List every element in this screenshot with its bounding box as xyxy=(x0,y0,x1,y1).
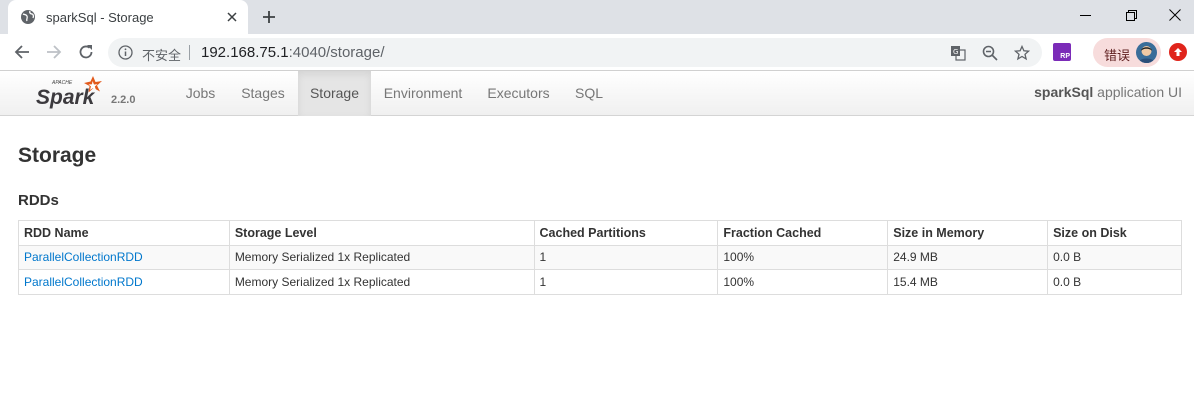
logo-spark-text: Spark xyxy=(36,86,96,109)
avatar-icon xyxy=(1136,42,1157,63)
url-path: :4040/storage/ xyxy=(288,44,385,61)
table-header-row: RDD Name Storage Level Cached Partitions… xyxy=(18,220,1182,246)
rdd-link[interactable]: ParallelCollectionRDD xyxy=(24,275,143,289)
col-header-cached-partitions[interactable]: Cached Partitions xyxy=(533,220,719,246)
col-header-rdd-name[interactable]: RDD Name xyxy=(18,220,230,246)
url-host: 192.168.75.1 xyxy=(201,44,289,61)
info-icon[interactable] xyxy=(118,45,133,60)
tab-title: sparkSql - Storage xyxy=(46,9,154,25)
translate-icon[interactable]: G xyxy=(948,43,968,63)
cell-fraction-cached: 100% xyxy=(717,244,889,270)
reload-icon[interactable] xyxy=(73,39,99,65)
rdd-table: RDD Name Storage Level Cached Partitions… xyxy=(18,220,1182,295)
app-name-suffix: application UI xyxy=(1093,84,1182,100)
profile-error-label: 错误 xyxy=(1104,49,1131,64)
extension-rp-icon[interactable]: RP xyxy=(1053,43,1071,61)
security-label[interactable]: 不安全 xyxy=(142,45,181,64)
zoom-out-icon[interactable] xyxy=(980,43,1000,63)
profile-button[interactable]: 错误 xyxy=(1093,38,1161,67)
spark-version: 2.2.0 xyxy=(111,94,136,106)
table-row: ParallelCollectionRDD Memory Serialized … xyxy=(18,269,1182,295)
maximize-icon[interactable] xyxy=(1108,0,1154,30)
cell-storage-level: Memory Serialized 1x Replicated xyxy=(228,269,535,295)
rdd-link[interactable]: ParallelCollectionRDD xyxy=(24,250,143,264)
app-name: sparkSql application UI xyxy=(1034,84,1182,100)
browser-tab[interactable]: sparkSql - Storage xyxy=(8,0,248,34)
browser-toolbar: 不安全 192.168.75.1:4040/storage/ G RP 错误 xyxy=(0,34,1194,71)
cell-storage-level: Memory Serialized 1x Replicated xyxy=(228,244,535,270)
cell-size-in-memory: 15.4 MB xyxy=(887,269,1049,295)
page-title: Storage xyxy=(18,144,97,167)
col-header-fraction-cached[interactable]: Fraction Cached xyxy=(717,220,889,246)
forward-icon[interactable] xyxy=(41,39,67,65)
plus-icon[interactable] xyxy=(258,6,280,28)
cell-fraction-cached: 100% xyxy=(717,269,889,295)
tab-sql[interactable]: SQL xyxy=(562,71,616,116)
cell-rdd-name: ParallelCollectionRDD xyxy=(18,269,230,295)
spark-navbar: APACHE Spark 2.2.0 Jobs Stages Storage E… xyxy=(0,71,1194,116)
close-window-icon[interactable] xyxy=(1152,0,1194,30)
globe-icon xyxy=(20,9,36,25)
back-icon[interactable] xyxy=(9,39,35,65)
update-icon[interactable] xyxy=(1169,43,1187,61)
col-header-storage-level[interactable]: Storage Level xyxy=(228,220,535,246)
cell-size-on-disk: 0.0 B xyxy=(1047,244,1182,270)
svg-text:G: G xyxy=(953,48,958,56)
cell-rdd-name: ParallelCollectionRDD xyxy=(18,244,230,270)
section-title-rdds: RDDs xyxy=(18,192,59,209)
table-row: ParallelCollectionRDD Memory Serialized … xyxy=(18,244,1182,270)
star-icon[interactable] xyxy=(1012,43,1032,63)
cell-cached-partitions: 1 xyxy=(533,244,719,270)
spark-logo[interactable]: APACHE Spark xyxy=(34,74,114,112)
omnibox-divider xyxy=(189,45,190,60)
cell-cached-partitions: 1 xyxy=(533,269,719,295)
tab-storage[interactable]: Storage xyxy=(298,71,371,116)
cell-size-on-disk: 0.0 B xyxy=(1047,269,1182,295)
close-icon[interactable] xyxy=(222,7,242,27)
tab-environment[interactable]: Environment xyxy=(371,71,475,116)
tab-stages[interactable]: Stages xyxy=(228,71,298,116)
app-name-bold: sparkSql xyxy=(1034,84,1094,100)
tab-executors[interactable]: Executors xyxy=(475,71,562,116)
tab-jobs[interactable]: Jobs xyxy=(173,71,228,116)
cell-size-in-memory: 24.9 MB xyxy=(887,244,1049,270)
col-header-size-on-disk[interactable]: Size on Disk xyxy=(1047,220,1182,246)
address-bar[interactable]: 不安全 192.168.75.1:4040/storage/ G xyxy=(108,38,1042,67)
minimize-icon[interactable] xyxy=(1062,0,1108,30)
tab-strip: sparkSql - Storage xyxy=(0,0,1194,34)
url-text[interactable]: 192.168.75.1:4040/storage/ xyxy=(201,44,385,61)
col-header-size-in-memory[interactable]: Size in Memory xyxy=(887,220,1049,246)
